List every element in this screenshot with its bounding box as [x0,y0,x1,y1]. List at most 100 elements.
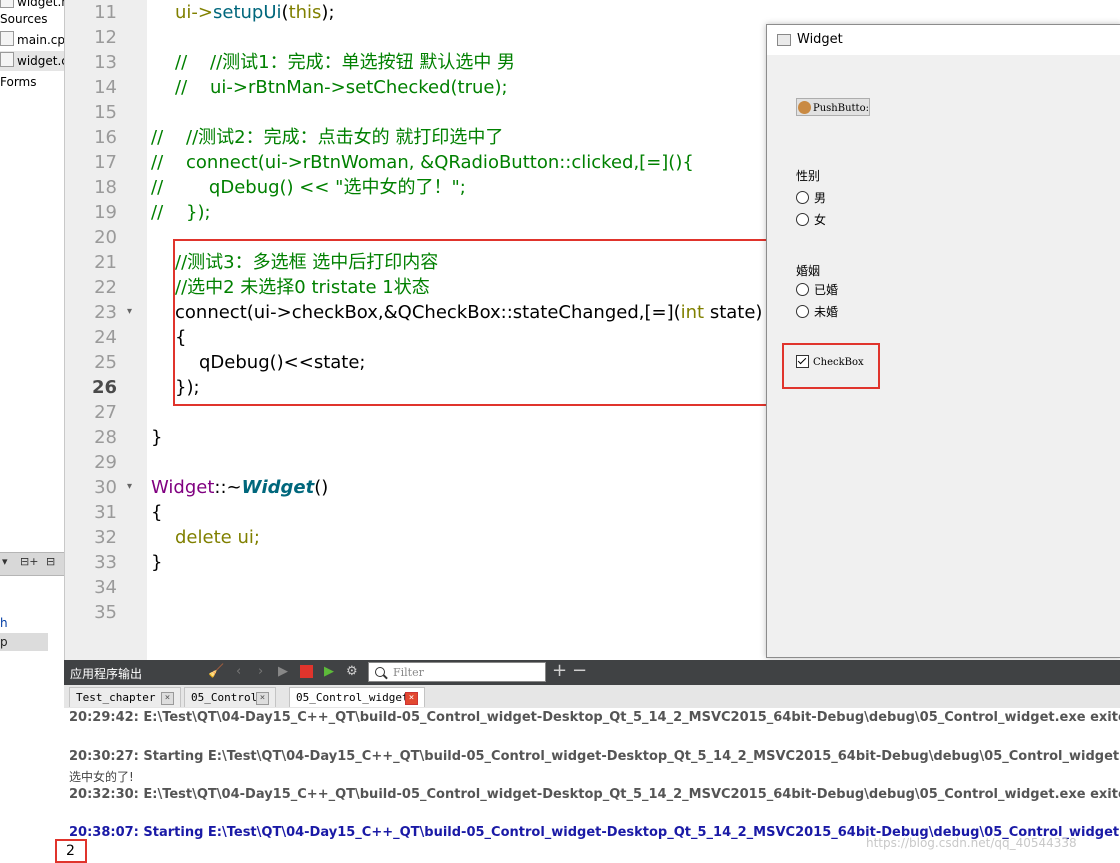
code-token: () [314,477,329,498]
line-number: 17 [94,152,117,173]
line-number: 29 [94,452,117,473]
tree-item-main-cpp[interactable]: main.cpp [0,30,65,50]
line-number: 28 [94,427,117,448]
log-line: 20:30:27: Starting E:\Test\QT\04-Day15_C… [69,749,1120,764]
radio-label: 男 [814,191,827,205]
remove-icon[interactable]: − [572,660,587,681]
gear-icon[interactable]: ⚙ [346,664,358,679]
line-number: 21 [94,252,117,273]
radio-circle-icon [796,213,809,226]
code-token: ui-> [175,2,213,23]
code-token: delete [175,527,232,548]
tree-item-label: main.cpp [17,33,65,47]
radio-circle-icon [796,191,809,204]
radio-female[interactable]: 女 [796,211,826,228]
open-doc-item[interactable]: h [0,614,48,632]
highlight-box-code [173,239,768,406]
tree-item-label: Forms [0,75,37,89]
open-documents-toolbar: ▾ ⊟+ ⊟ [0,552,64,576]
log-line: 20:32:30: E:\Test\QT\04-Day15_C++_QT\bui… [69,787,1120,802]
tree-item-widget-cpp[interactable]: widget.cpp [0,51,64,71]
tab-05-control-widget[interactable]: 05_Control_widget × [289,687,425,707]
tab-label: 05_Control_widget [296,691,409,704]
tree-item-sources[interactable]: Sources [0,9,47,29]
avatar-icon [798,100,811,114]
line-number: 31 [94,502,117,523]
tree-item-forms[interactable]: Forms [0,72,36,92]
code-token: setupUi [213,2,282,23]
line-number: 13 [94,52,117,73]
tree-item-label: widget.h [17,0,65,9]
radio-male[interactable]: 男 [796,189,826,206]
run-icon[interactable]: ▶ [278,664,288,679]
fold-arrow-icon[interactable]: ▾ [127,481,132,492]
line-number: 33 [94,552,117,573]
split-icon[interactable]: ⊟+ [20,555,38,568]
debug-run-icon[interactable]: ▶ [324,664,334,679]
app-window-icon [777,34,791,46]
code-line-11: ui->setupUi(this); [175,0,335,25]
line-number: 30 [94,477,117,498]
dropdown-icon[interactable]: ▾ [2,555,8,568]
tab-test-chapter[interactable]: Test_chapter × [69,687,181,707]
tab-05-control[interactable]: 05_Control × [184,687,276,707]
stop-icon[interactable] [300,665,313,678]
clear-icon[interactable]: 🧹 [208,664,224,679]
line-number: 32 [94,527,117,548]
code-token: this [288,2,322,23]
radio-label: 未婚 [814,305,839,319]
code-line-30: Widget::~Widget() [151,475,328,500]
tree-item-label: widget.cpp [17,54,64,68]
file-icon [0,52,14,67]
open-doc-item[interactable]: p [0,633,48,651]
code-line-13: // //测试1：完成：单选按钮 默认选中 男 [175,52,516,73]
close-icon[interactable]: × [405,692,418,705]
file-icon [0,0,14,8]
code-line-28: } [151,427,163,448]
code-line-33: } [151,552,163,573]
line-number: 15 [94,102,117,123]
code-token: ui; [231,527,260,548]
close-pane-icon[interactable]: ⊟ [46,555,55,568]
radio-circle-icon [796,305,809,318]
next-icon[interactable]: › [258,664,263,679]
push-button[interactable]: PushButto: [796,98,870,116]
filter-input[interactable]: Filter [368,662,546,682]
line-number: 12 [94,27,117,48]
radio-label: 已婚 [814,283,839,297]
close-icon[interactable]: × [161,692,174,705]
line-number: 22 [94,277,117,298]
log-line: 选中女的了! [69,770,134,784]
highlight-box-output [55,839,87,863]
code-line-31: { [151,502,163,523]
widget-window: Widget PushButto: 性别 男 女 婚姻 已婚 未婚 CheckB… [766,24,1120,658]
code-token: Widget [151,477,215,498]
tab-label: Test_chapter [76,691,156,704]
line-number: 20 [94,227,117,248]
code-line-17: // connect(ui->rBtnWoman, &QRadioButton:… [151,152,694,173]
project-sidebar: widget.h Sources main.cpp widget.cpp For… [0,0,65,660]
line-number-current: 26 [91,377,117,398]
radio-married[interactable]: 已婚 [796,281,838,298]
fold-arrow-icon[interactable]: ▾ [127,306,132,317]
code-token: ( [281,2,289,23]
line-number: 24 [94,327,117,348]
prev-icon[interactable]: ‹ [236,664,241,679]
line-number: 18 [94,177,117,198]
radio-unmarried[interactable]: 未婚 [796,303,838,320]
line-number: 11 [94,2,117,23]
line-number: 14 [94,77,117,98]
code-token: Widget [241,477,315,498]
add-icon[interactable]: + [552,660,567,681]
line-number: 16 [94,127,117,148]
output-pane-title: 应用程序输出 [70,667,143,681]
code-line-16: // //测试2：完成：点击女的 就打印选中了 [151,127,504,148]
push-button-label: PushButto: [813,102,869,114]
widget-titlebar[interactable]: Widget [767,25,1120,55]
code-line-32: delete ui; [175,525,260,550]
close-icon[interactable]: × [256,692,269,705]
line-number: 35 [94,602,117,623]
code-line-14: // ui->rBtnMan->setChecked(true); [175,77,508,98]
highlight-box-checkbox [782,343,880,389]
line-number: 19 [94,202,117,223]
